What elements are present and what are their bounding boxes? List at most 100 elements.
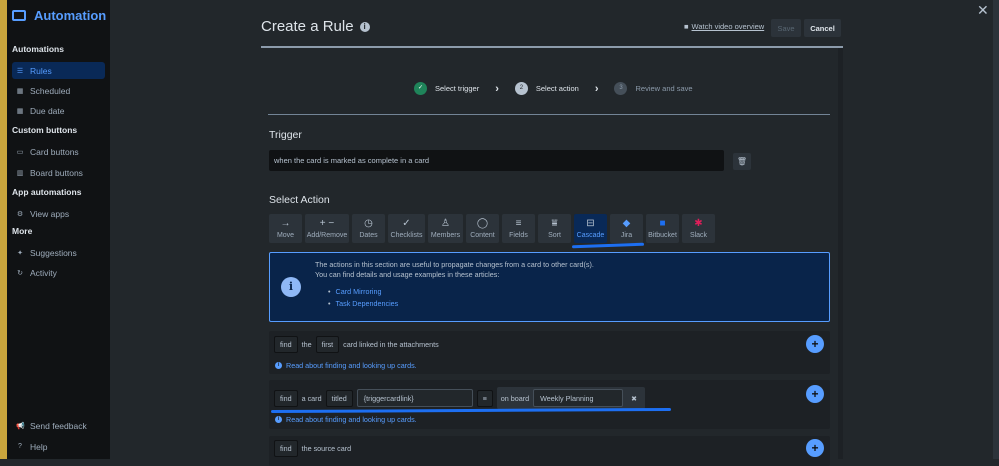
trigger-heading: Trigger — [269, 129, 302, 141]
tab-label: Jira — [620, 231, 633, 239]
label: Board buttons — [30, 167, 83, 178]
help-link[interactable]: i Read about finding and looking up cards… — [275, 415, 417, 424]
slack-icon: ✱ — [694, 217, 703, 229]
sidebar-item-card-buttons[interactable]: ▭ Card buttons — [12, 143, 105, 160]
sidebar-item-activity[interactable]: ↻ Activity — [12, 264, 105, 281]
text: a card — [301, 393, 322, 403]
step-number: 2 — [514, 82, 528, 95]
mode-select[interactable]: titled — [325, 389, 353, 407]
tab-add-remove[interactable]: + − Add/Remove — [305, 214, 349, 243]
gear-icon: ⚙ — [16, 210, 24, 218]
section-heading: App automations — [12, 187, 82, 197]
article-links: Card Mirroring Task Dependencies — [336, 287, 399, 311]
card-icon: ▭ — [16, 148, 24, 156]
tab-label: Slack — [689, 231, 708, 239]
link-card-mirroring[interactable]: Card Mirroring — [336, 287, 398, 296]
send-feedback[interactable]: 📢 Send feedback — [12, 417, 105, 434]
label: Due date — [30, 105, 65, 116]
tab-jira[interactable]: ◆ Jira — [610, 214, 643, 243]
title-input[interactable]: {triggercardlink} — [356, 389, 473, 407]
find-chip[interactable]: find — [274, 336, 298, 353]
remove-icon[interactable]: ✖ — [627, 394, 641, 403]
watch-video-link[interactable]: ■ Watch video overview — [684, 22, 764, 31]
annotation-underline — [571, 242, 645, 249]
action-row: find a card titled {triggercardlink} ≡ on bo… — [269, 380, 830, 429]
info-icon: i — [275, 416, 282, 423]
tab-move[interactable]: → Move — [269, 214, 302, 243]
label: View apps — [30, 208, 70, 219]
info-icon[interactable]: i — [359, 21, 370, 32]
calendar-icon: ▦ — [16, 87, 24, 95]
add-action-button[interactable]: + — [806, 335, 824, 353]
link-task-dependencies[interactable]: Task Dependencies — [336, 299, 399, 308]
info-panel: i The actions in this section are useful… — [269, 252, 830, 322]
scrollbar[interactable] — [838, 48, 843, 459]
tab-bitbucket[interactable]: ■ Bitbucket — [646, 214, 679, 243]
link-text: Read about finding and looking up cards. — [286, 361, 417, 370]
inbox-icon: ⊟ — [586, 217, 595, 229]
sidebar-item-due-date[interactable]: ▦ Due date — [12, 102, 105, 119]
tab-dates[interactable]: ◷ Dates — [352, 214, 385, 243]
help[interactable]: ? Help — [12, 438, 105, 455]
close-icon[interactable]: ✕ — [977, 2, 989, 19]
action-tabs: → Move + − Add/Remove ◷ Dates ✓ Checklists ♙… — [269, 214, 715, 243]
label: Help — [30, 441, 48, 452]
info-text: The actions in this section are useful t… — [315, 260, 594, 269]
add-action-button[interactable]: + — [806, 439, 824, 457]
trigger-field[interactable]: when the card is marked as complete in a… — [269, 150, 724, 171]
text: the source card — [301, 444, 352, 453]
board-group: on board Weekly Planning ✖ — [496, 387, 646, 409]
sidebar-item-board-buttons[interactable]: ▥ Board buttons — [12, 164, 105, 181]
right-edge — [993, 0, 999, 459]
step-number: 3 — [614, 82, 628, 95]
divider — [261, 46, 843, 48]
sidebar-item-rules[interactable]: ☰ Rules — [12, 62, 105, 79]
tab-slack[interactable]: ✱ Slack — [682, 214, 715, 243]
info-icon: i — [281, 277, 301, 297]
find-chip[interactable]: find — [274, 440, 298, 457]
tab-members[interactable]: ♙ Members — [428, 214, 463, 243]
find-chip[interactable]: find — [274, 389, 298, 407]
tab-sort[interactable]: ⩸ Sort — [538, 214, 571, 243]
comment-icon: ◯ — [476, 217, 489, 229]
sliders-icon: ☰ — [16, 67, 24, 75]
text: card linked in the attachments — [343, 340, 439, 349]
bitbucket-icon: ■ — [659, 217, 666, 229]
select-action-heading: Select Action — [269, 194, 330, 206]
tab-content[interactable]: ◯ Content — [466, 214, 499, 243]
megaphone-icon: 📢 — [16, 422, 25, 430]
page-title: Create a Rule i — [261, 18, 370, 35]
save-button[interactable]: Save — [771, 19, 801, 37]
label: Card buttons — [30, 146, 79, 157]
tab-label: Move — [276, 231, 295, 239]
text: the — [301, 340, 312, 349]
stepper: ✓ Select trigger › 2 Select action › 3 Revi… — [414, 82, 693, 95]
watch-label: Watch video overview — [691, 22, 765, 31]
filter-icon: ⩸ — [551, 217, 558, 229]
person-icon: ♙ — [441, 217, 450, 229]
tab-cascade[interactable]: ⊟ Cascade — [574, 214, 607, 243]
sidebar-title: Automation — [34, 8, 107, 23]
section-heading: Automations — [12, 44, 64, 54]
tab-label: Checklists — [390, 231, 423, 239]
menu-icon[interactable]: ≡ — [476, 389, 493, 407]
label: Suggestions — [30, 247, 77, 258]
tab-checklists[interactable]: ✓ Checklists — [388, 214, 425, 243]
sidebar-item-scheduled[interactable]: ▦ Scheduled — [12, 82, 105, 99]
sidebar-item-view-apps[interactable]: ⚙ View apps — [12, 205, 105, 222]
add-action-button[interactable]: + — [806, 385, 824, 403]
tab-label: Members — [430, 231, 461, 239]
lines-icon: ≡ — [515, 217, 522, 229]
which-select[interactable]: first — [315, 336, 340, 353]
label: Rules — [30, 65, 52, 76]
help-link[interactable]: i Read about finding and looking up cards… — [275, 361, 417, 370]
sidebar-brand[interactable]: Automation — [12, 8, 106, 23]
step-label: Select action — [535, 84, 579, 93]
board-input[interactable]: Weekly Planning — [533, 389, 624, 407]
trash-icon[interactable]: 🗑 — [733, 153, 751, 170]
sidebar-item-suggestions[interactable]: ✦ Suggestions — [12, 244, 105, 261]
tab-fields[interactable]: ≡ Fields — [502, 214, 535, 243]
cancel-button[interactable]: Cancel — [804, 19, 841, 37]
clock-icon: ◷ — [364, 217, 373, 229]
help-icon: ? — [18, 443, 22, 450]
